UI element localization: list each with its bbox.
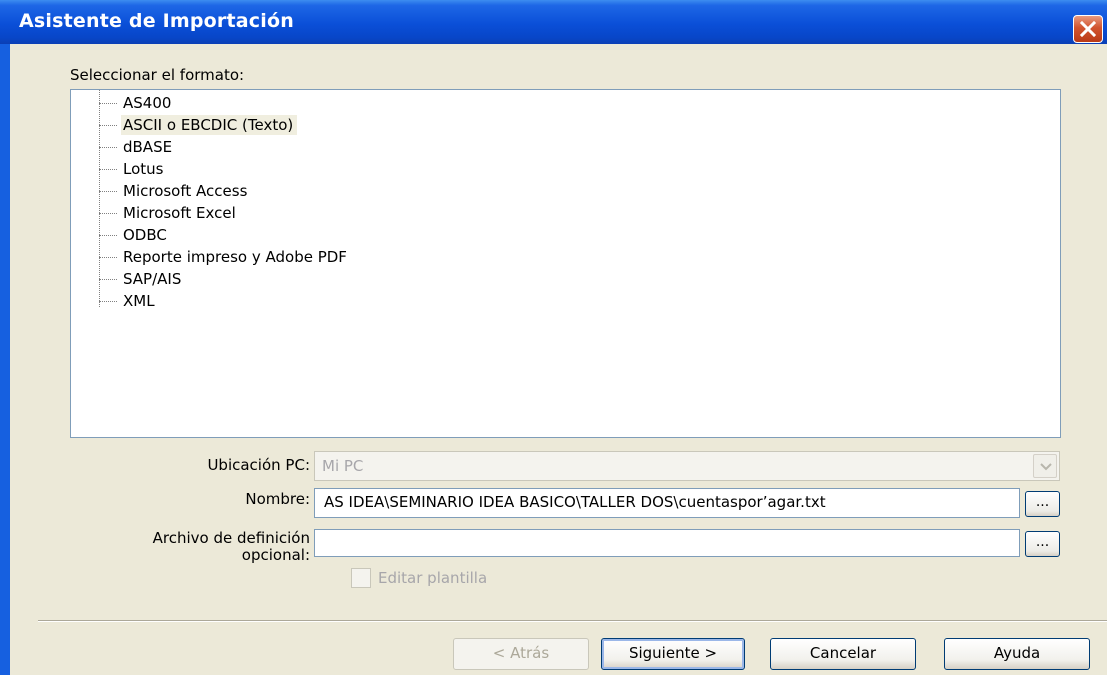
help-button[interactable]: Ayuda xyxy=(944,638,1090,670)
tree-item-label: Microsoft Access xyxy=(123,182,248,200)
dropdown-button[interactable] xyxy=(1033,454,1057,478)
tree-item-label: AS400 xyxy=(123,94,172,112)
format-tree[interactable]: AS400 ASCII o EBCDIC (Texto) dBASE Lotus… xyxy=(70,89,1061,438)
tree-item-label: SAP/AIS xyxy=(123,270,182,288)
edit-template-checkbox[interactable] xyxy=(351,568,371,588)
tree-item-label: ODBC xyxy=(123,226,167,244)
tree-item-label: Microsoft Excel xyxy=(123,204,236,222)
edit-template-label: Editar plantilla xyxy=(378,569,488,587)
window-title: Asistente de Importación xyxy=(19,10,294,32)
definition-file-input[interactable] xyxy=(314,529,1020,557)
name-input[interactable]: AS IDEA\SEMINARIO IDEA BASICO\TALLER DOS… xyxy=(314,488,1020,518)
title-bar: Asistente de Importación xyxy=(0,0,1107,44)
footer-separator xyxy=(38,620,1107,622)
name-browse-button[interactable]: ... xyxy=(1025,491,1060,517)
location-label: Ubicación PC: xyxy=(207,456,310,474)
next-button[interactable]: Siguiente > xyxy=(601,638,745,670)
location-select[interactable]: Mi PC xyxy=(314,451,1060,481)
tree-item-label: Lotus xyxy=(123,160,164,178)
tree-item-label: ASCII o EBCDIC (Texto) xyxy=(121,115,298,135)
tree-item-label: Reporte impreso y Adobe PDF xyxy=(123,248,347,266)
tree-connector-line xyxy=(99,90,100,307)
definition-browse-button[interactable]: ... xyxy=(1025,531,1060,557)
format-label: Seleccionar el formato: xyxy=(70,66,245,84)
chevron-down-icon xyxy=(1040,463,1052,471)
close-button[interactable] xyxy=(1073,15,1103,43)
location-value: Mi PC xyxy=(322,457,364,475)
tree-item-label: XML xyxy=(123,292,155,310)
window-frame xyxy=(0,44,10,675)
cancel-button[interactable]: Cancelar xyxy=(770,638,916,670)
name-value: AS IDEA\SEMINARIO IDEA BASICO\TALLER DOS… xyxy=(324,493,826,511)
close-icon xyxy=(1080,21,1096,37)
definition-label-line1: Archivo de definición xyxy=(152,529,310,547)
back-button[interactable]: < Atrás xyxy=(453,638,589,670)
name-label: Nombre: xyxy=(245,490,310,508)
definition-label-line2: opcional: xyxy=(241,546,310,564)
definition-label: Archivo de definición opcional: xyxy=(60,530,310,564)
tree-item-label: dBASE xyxy=(123,138,173,156)
